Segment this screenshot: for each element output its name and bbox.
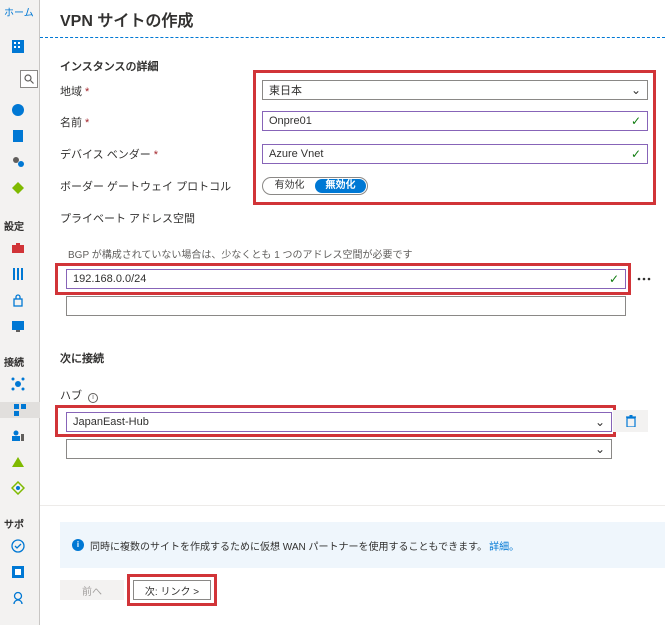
device-vendor-label: デバイス ベンダー * [60,149,159,161]
breadcrumb-home[interactable]: ホーム [4,4,34,19]
vpn-sites-icon[interactable] [0,402,40,418]
resource-health-icon[interactable] [10,538,26,554]
info-circle-icon: i [72,539,84,551]
access-control-icon[interactable] [10,154,26,170]
virtual-network-icon[interactable] [10,480,26,496]
learn-more-link[interactable]: 詳細。 [489,538,519,553]
overview-icon[interactable] [10,102,26,118]
info-icon[interactable]: i [88,393,99,403]
info-banner: i 同時に複数のサイトを作成するために仮想 WAN パートナーを使用することもで… [60,522,665,568]
highlight-box-next [127,574,217,606]
troubleshoot-icon[interactable] [10,564,26,580]
hub-label: ハブ i [60,387,99,403]
connect-to-title: 次に接続 [60,353,104,365]
info-text: 同時に複数のサイトを作成するために仮想 WAN パートナーを使用することもできま… [90,541,488,553]
support-request-icon[interactable] [10,590,26,606]
region-label: 地域 * [60,86,90,98]
instance-details-title: インスタンスの詳細 [60,61,159,73]
address-space-empty-input[interactable] [66,296,626,316]
highlight-box-instance [253,70,656,205]
building-icon [10,38,26,54]
tags-icon[interactable] [10,180,26,196]
private-address-label: プライベート アドレス空間 [60,213,196,225]
user-vpn-icon[interactable] [10,428,26,444]
header-divider [40,37,665,38]
highlight-box-hub [55,405,616,437]
lock-icon[interactable] [10,292,26,308]
previous-button[interactable]: 前へ [60,580,124,600]
sidebar-section-support: サポ [4,520,24,531]
sidebar-section-settings: 設定 [4,222,24,233]
briefcase-icon[interactable] [10,240,26,256]
private-address-hint: BGP が構成されていない場合は、少なくとも 1 つのアドレス空間が必要です [68,250,413,261]
sidebar-section-connectivity: 接続 [4,358,24,369]
footer-divider [40,505,665,506]
activity-log-icon[interactable] [10,128,26,144]
highlight-box-address [55,263,631,295]
left-nav-rail: ホーム 設定 接続 サポ [0,0,40,625]
search-icon[interactable] [20,70,38,88]
properties-icon[interactable] [10,266,26,282]
create-vpn-site-panel: VPN サイトの作成 インスタンスの詳細 地域 * 東日本 ⌄ 名前 * Onpre… [40,0,665,625]
hub-empty-select[interactable]: ⌄ [66,439,612,459]
panel-title: VPN サイトの作成 [60,13,194,30]
more-options-icon[interactable] [633,268,655,290]
hubs-icon[interactable] [10,376,26,392]
delete-icon[interactable] [613,410,648,432]
name-label: 名前 * [60,117,90,129]
export-template-icon[interactable] [10,318,26,334]
bgp-label: ボーダー ゲートウェイ プロトコル [60,181,232,193]
expressroute-icon[interactable] [10,454,26,470]
chevron-down-icon: ⌄ [594,442,605,456]
